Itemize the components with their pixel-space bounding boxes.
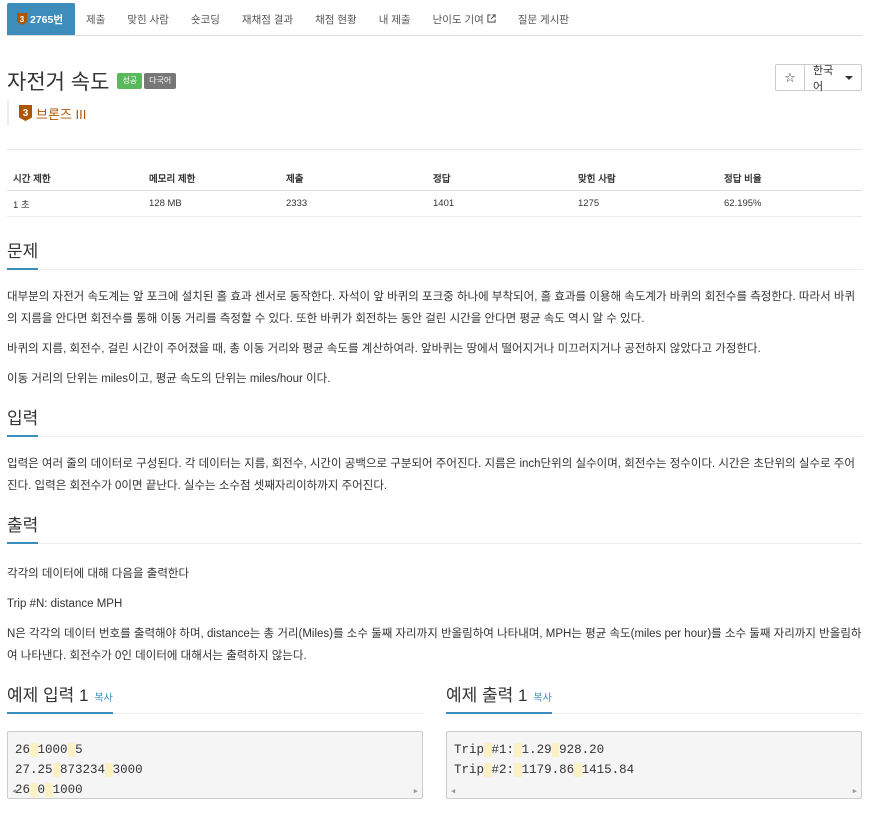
- problem-output-section: 출력 각각의 데이터에 대해 다음을 출력한다 Trip #N: distanc…: [7, 514, 862, 667]
- value-submissions: 2333: [286, 198, 308, 209]
- problem-title-row: 자전거 속도 성공 다국어: [7, 66, 177, 96]
- page-title: 자전거 속도: [7, 71, 110, 94]
- header-accepted: 정답: [433, 173, 451, 185]
- value-solved-users: 1275: [578, 198, 600, 209]
- sample-output-title: 예제 출력 1 복사: [446, 681, 552, 714]
- nav-question-board[interactable]: 질문 게시판: [507, 3, 580, 35]
- section-title-output: 출력: [7, 511, 39, 544]
- language-dropdown[interactable]: 한국어: [805, 64, 862, 93]
- section-header: 입력: [7, 407, 862, 437]
- nav-status[interactable]: 채점 현황: [304, 3, 368, 35]
- status-badge-success: 성공: [117, 73, 143, 89]
- nav-rejudge-results[interactable]: 재채점 결과: [231, 3, 304, 35]
- header-submissions: 제출: [286, 173, 304, 185]
- problem-input-section: 입력 입력은 여러 줄의 데이터로 구성된다. 각 데이터는 지름, 회전수, …: [7, 407, 862, 497]
- horizontal-scrollbar[interactable]: ◀ ▶: [8, 785, 422, 798]
- problem-tier: 3 브론즈 III: [7, 100, 86, 126]
- copy-sample-output-button[interactable]: 복사: [533, 693, 551, 704]
- problem-description-section: 문제 대부분의 자전거 속도계는 앞 포크에 설치된 홀 효과 센서로 동작한다…: [7, 240, 862, 390]
- sample-output-title-text: 예제 출력 1: [446, 686, 528, 705]
- output-paragraph: Trip #N: distance MPH: [7, 598, 123, 610]
- value-time-limit: 1 초: [13, 199, 30, 211]
- copy-sample-input-button[interactable]: 복사: [94, 693, 112, 704]
- header-memory-limit: 메모리 제한: [149, 173, 196, 185]
- tier-bronze-icon: 3: [17, 13, 27, 25]
- scroll-right-icon[interactable]: ▶: [853, 782, 857, 802]
- sample-input-line: 26 1000 5: [15, 743, 83, 757]
- sample-output-line: Trip #2: 1179.86 1415.84: [454, 763, 635, 777]
- header-accuracy: 정답 비율: [724, 173, 762, 185]
- nav-difficulty-label: 난이도 기여: [432, 13, 484, 26]
- nav-problem-number-label: 2765번: [30, 13, 64, 26]
- nav-my-submissions[interactable]: 내 제출: [368, 3, 422, 35]
- sample-output-code[interactable]: Trip #1: 1.29 928.20 Trip #2: 1179.86 14…: [446, 731, 862, 799]
- problem-tools: ☆ 한국어: [775, 64, 862, 93]
- sample-input-code[interactable]: 26 1000 5 27.25 873234 3000 26 0 1000 ◀ …: [7, 731, 423, 799]
- input-paragraph: 입력은 여러 줄의 데이터로 구성된다. 각 데이터는 지름, 회전수, 시간이…: [7, 458, 855, 492]
- section-header: 출력: [7, 514, 862, 544]
- horizontal-scrollbar[interactable]: ◀ ▶: [447, 785, 861, 798]
- section-header: 문제: [7, 240, 862, 270]
- output-paragraph: 각각의 데이터에 대해 다음을 출력한다: [7, 568, 190, 580]
- nav-solved-users[interactable]: 맞힌 사람: [116, 3, 180, 35]
- sample-input-title: 예제 입력 1 복사: [7, 681, 113, 714]
- scroll-left-icon[interactable]: ◀: [451, 782, 455, 802]
- description-paragraph: 대부분의 자전거 속도계는 앞 포크에 설치된 홀 효과 센서로 동작한다. 자…: [7, 291, 856, 325]
- section-title-description: 문제: [7, 237, 39, 270]
- description-paragraph: 바퀴의 지름, 회전수, 걸린 시간이 주어졌을 때, 총 이동 거리와 평균 …: [7, 343, 761, 355]
- table-header-row: 시간 제한 메모리 제한 제출 정답 맞힌 사람 정답 비율: [7, 165, 862, 191]
- favorite-button[interactable]: ☆: [775, 64, 805, 91]
- value-memory-limit: 128 MB: [149, 198, 182, 209]
- nav-difficulty-contribution[interactable]: 난이도 기여: [422, 3, 507, 35]
- sample-output-section: 예제 출력 1 복사 Trip #1: 1.29 928.20 Trip #2: …: [446, 684, 862, 799]
- status-badge-multilang: 다국어: [144, 73, 177, 89]
- caret-down-icon: [845, 75, 853, 80]
- header-solved-users: 맞힌 사람: [578, 173, 616, 185]
- section-header: 예제 입력 1 복사: [7, 684, 423, 714]
- section-title-input: 입력: [7, 404, 39, 437]
- nav-problem-number[interactable]: 3 2765번: [7, 3, 76, 35]
- sample-input-title-text: 예제 입력 1: [7, 686, 89, 705]
- external-link-icon: [487, 13, 496, 25]
- divider: [7, 149, 862, 150]
- scroll-left-icon[interactable]: ◀: [12, 782, 16, 802]
- value-accepted: 1401: [433, 198, 455, 209]
- section-header: 예제 출력 1 복사: [446, 684, 862, 714]
- language-label: 한국어: [813, 64, 834, 93]
- sample-output-line: Trip #1: 1.29 928.20: [454, 743, 605, 757]
- nav-short-coding[interactable]: 숏코딩: [180, 3, 231, 35]
- star-icon: ☆: [784, 69, 796, 85]
- scroll-right-icon[interactable]: ▶: [414, 782, 418, 802]
- nav-submit[interactable]: 제출: [75, 3, 116, 35]
- tier-bronze-icon: 3: [19, 105, 32, 121]
- problem-info-table: 시간 제한 메모리 제한 제출 정답 맞힌 사람 정답 비율 1 초 128 M…: [7, 165, 862, 217]
- problem-menu: 3 2765번 제출 맞힌 사람 숏코딩 재채점 결과 채점 현황 내 제출 난…: [7, 3, 862, 36]
- header-time-limit: 시간 제한: [13, 173, 51, 185]
- sample-input-line: 27.25 873234 3000: [15, 763, 143, 777]
- tier-label[interactable]: 브론즈 III: [36, 104, 86, 123]
- table-row: 1 초 128 MB 2333 1401 1275 62.195%: [7, 191, 862, 217]
- value-accuracy: 62.195%: [724, 198, 762, 209]
- description-paragraph: 이동 거리의 단위는 miles이고, 평균 속도의 단위는 miles/hou…: [7, 373, 331, 385]
- output-paragraph: N은 각각의 데이터 번호를 출력해야 하며, distance는 총 거리(M…: [7, 628, 862, 662]
- sample-input-section: 예제 입력 1 복사 26 1000 5 27.25 873234 3000 26…: [7, 684, 423, 799]
